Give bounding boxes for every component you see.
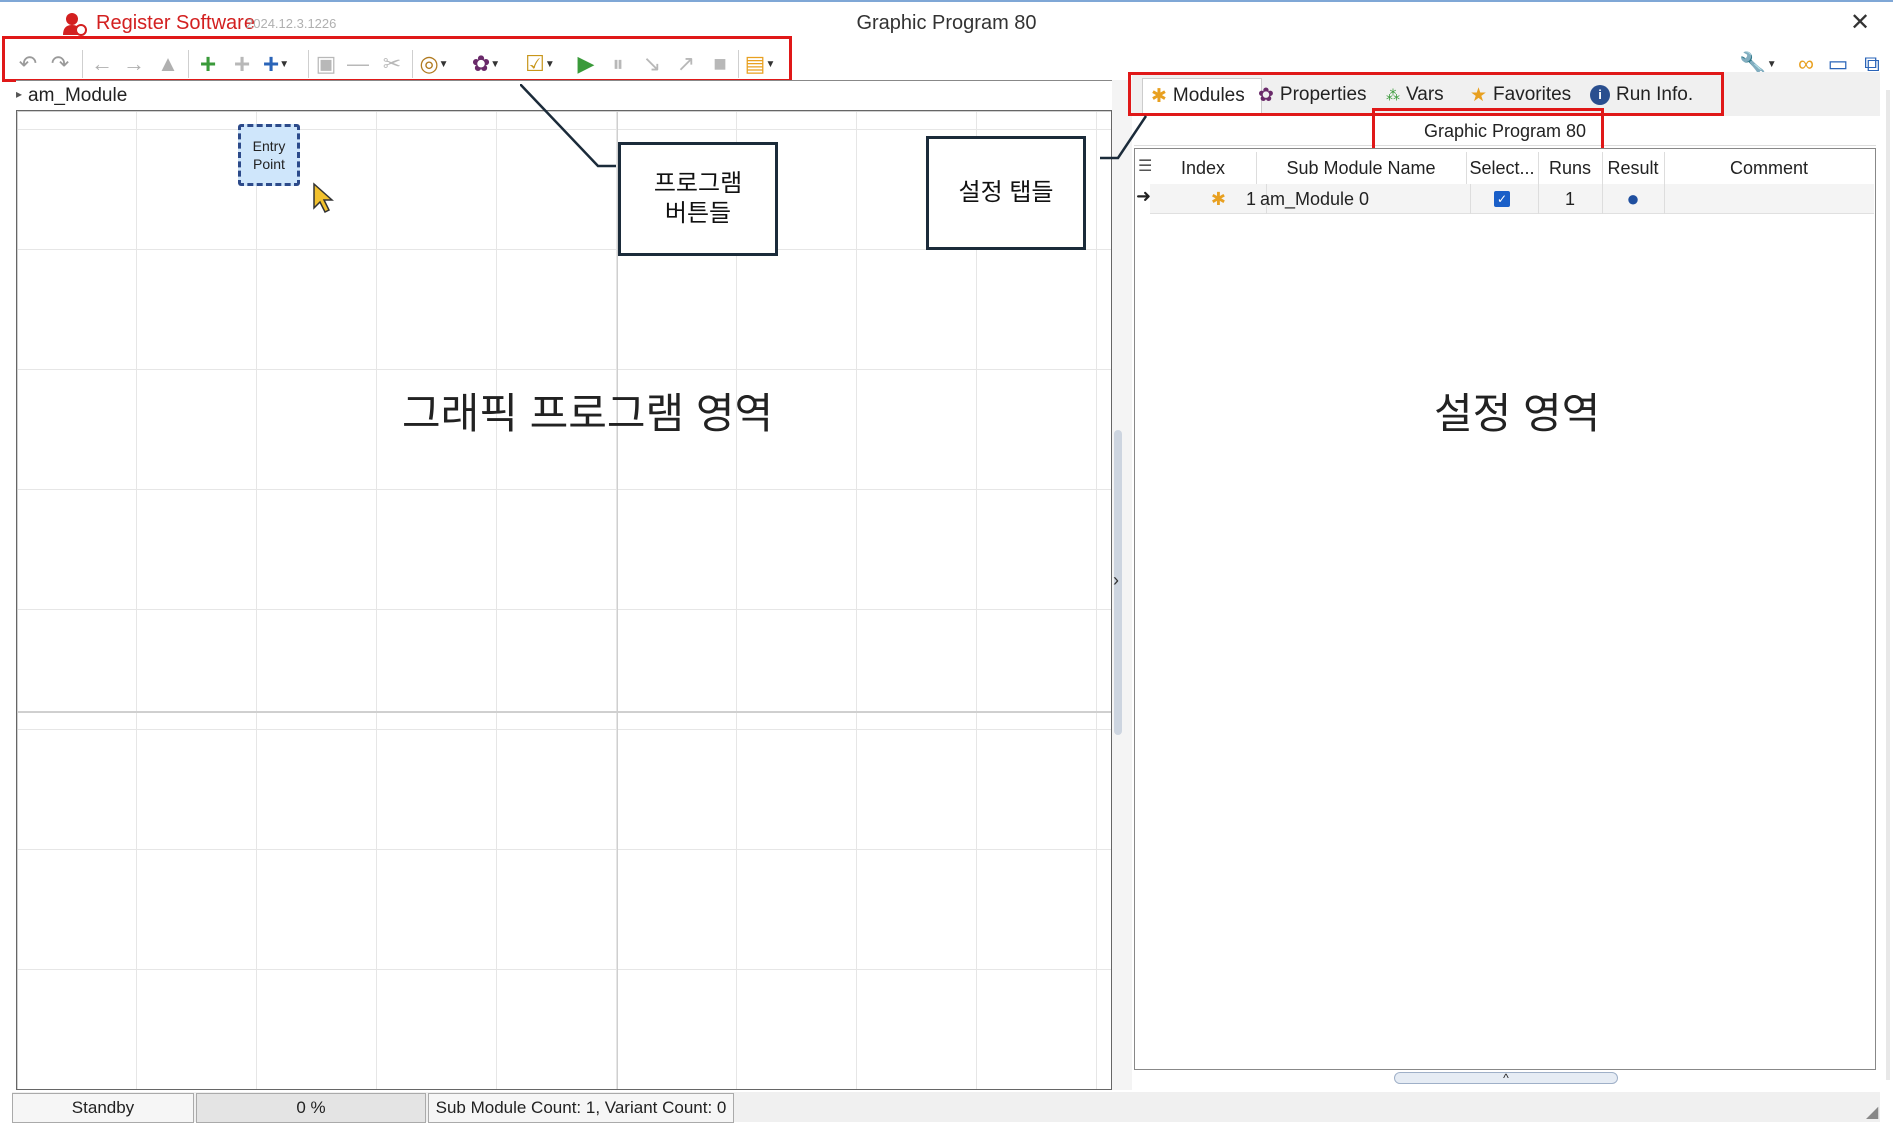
col-sub-module-name[interactable]: Sub Module Name (1256, 152, 1467, 184)
collapse-chevron-icon[interactable]: › (1113, 570, 1119, 591)
col-comment[interactable]: Comment (1664, 152, 1874, 184)
current-row-arrow-icon: ➜ (1136, 186, 1152, 206)
close-button[interactable]: ✕ (1850, 8, 1870, 37)
status-counts: Sub Module Count: 1, Variant Count: 0 (428, 1093, 734, 1123)
program-buttons-callout: 프로그램 버튼들 (618, 142, 778, 256)
expand-grip-icon[interactable]: ^ (1394, 1072, 1618, 1084)
row-comment-cell[interactable] (1664, 184, 1874, 214)
status-progress: 0 % (196, 1093, 426, 1123)
row-index-cell[interactable]: ✱ 1 (1150, 184, 1267, 214)
col-index[interactable]: Index (1150, 152, 1257, 184)
settings-area-label: 설정 영역 (1434, 390, 1601, 437)
row-runs-cell: 1 (1538, 184, 1603, 214)
resize-grip-icon[interactable]: ◢ (1866, 1102, 1878, 1122)
breadcrumb-marker: ▸ (16, 87, 23, 101)
modules-grid (1134, 148, 1876, 1070)
status-state: Standby (12, 1093, 194, 1123)
row-name-cell[interactable]: am_Module 0 (1256, 184, 1471, 214)
row-result-cell: ● (1602, 184, 1665, 214)
graphic-area-label: 그래픽 프로그램 영역 (402, 390, 774, 437)
select-checkbox[interactable]: ✓ (1494, 191, 1510, 207)
col-select[interactable]: Select... (1466, 152, 1539, 184)
panel-title-highlight (1372, 108, 1604, 152)
window-title: Graphic Program 80 (856, 12, 1037, 34)
row-select-cell[interactable]: ✓ (1466, 184, 1539, 214)
cursor-icon (313, 182, 334, 214)
col-result[interactable]: Result (1602, 152, 1665, 184)
entry-point-node[interactable]: Entry Point (238, 124, 300, 186)
graphic-program-canvas[interactable] (16, 110, 1112, 1090)
program-buttons-highlight (2, 36, 792, 82)
puzzle-icon: ✱ (1210, 188, 1226, 209)
breadcrumb-module[interactable]: am_Module (28, 85, 127, 107)
settings-tabs-callout: 설정 탭들 (926, 136, 1086, 250)
col-runs[interactable]: Runs (1538, 152, 1603, 184)
